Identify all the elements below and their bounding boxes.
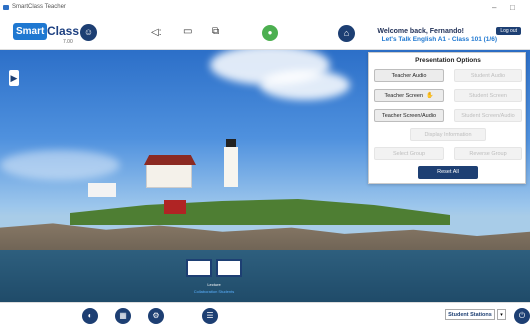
cloud <box>0 150 120 180</box>
grid-icon: ▦ <box>119 311 127 320</box>
presentation-options-panel: Presentation Options Teacher Audio Stude… <box>368 52 526 184</box>
list-icon: ☰ <box>206 311 214 320</box>
panel-title: Presentation Options <box>415 57 481 64</box>
teacher-screen-button[interactable]: Teacher Screen ✋ <box>374 89 444 102</box>
dropdown-arrow-button[interactable]: ▾ <box>497 309 506 320</box>
speaker-volume-icon[interactable]: ◁: <box>151 27 161 38</box>
display-information-button[interactable]: Display Information <box>410 128 486 141</box>
station-group[interactable]: Lecture Collaboration Students <box>184 259 244 299</box>
user-icon: ☺ <box>83 27 94 37</box>
welcome-message: Welcome back, Fernando! <box>377 28 464 35</box>
station-label: Lecture <box>207 282 221 287</box>
teacher-audio-button[interactable]: Teacher Audio <box>374 69 444 82</box>
window-title: SmartClass Teacher <box>12 4 66 10</box>
logout-button[interactable]: Log out <box>496 27 521 35</box>
app-icon <box>3 5 9 10</box>
monitor-icon[interactable]: ▭ <box>183 26 192 37</box>
cloud <box>260 70 350 100</box>
keeper-house <box>144 155 196 188</box>
microphone-icon: ● <box>267 28 273 37</box>
station-monitor-icon[interactable] <box>186 259 212 277</box>
maximize-button[interactable]: □ <box>510 3 515 12</box>
minimize-button[interactable]: – <box>492 3 496 12</box>
screens-icon[interactable]: ⧉ <box>212 26 219 37</box>
home-icon: ⌂ <box>343 28 350 38</box>
red-shed <box>164 200 186 214</box>
title-bar: SmartClass Teacher – □ <box>0 0 530 18</box>
station-sublabel: Collaboration Students <box>193 289 235 294</box>
island-grass <box>70 199 450 225</box>
station-monitor-icon[interactable] <box>216 259 242 277</box>
power-icon: ⏻ <box>518 311 526 320</box>
small-white-house <box>88 183 116 197</box>
student-audio-button[interactable]: Student Audio <box>454 69 522 82</box>
teacher-screen-label: Teacher Screen <box>384 93 424 99</box>
student-stations-dropdown[interactable]: Student Stations <box>445 309 495 320</box>
expand-sidebar-button[interactable]: ▶ <box>9 70 19 86</box>
home-button[interactable]: ⌂ <box>338 25 355 42</box>
sea <box>0 250 530 302</box>
version-label: 7.00 <box>63 39 73 45</box>
class-info: Let's Talk English A1 - Class 101 (1/6) <box>381 36 497 43</box>
student-screen-button[interactable]: Student Screen <box>454 89 522 102</box>
reset-all-button[interactable]: Reset All <box>418 166 478 179</box>
hand-icon: ✋ <box>426 93 434 99</box>
lighthouse-tower <box>224 139 238 187</box>
reverse-group-button[interactable]: Reverse Group <box>454 147 522 160</box>
microphone-button[interactable]: ● <box>262 25 278 41</box>
gear-icon: ⚙ <box>152 311 160 320</box>
teacher-screen-audio-button[interactable]: Teacher Screen/Audio <box>374 109 444 122</box>
logo-class-text: Class <box>47 24 80 38</box>
user-profile-button[interactable]: ☺ <box>80 24 97 41</box>
headset-icon: ◐ <box>87 311 93 320</box>
arrow-right-icon: ▶ <box>10 73 18 83</box>
smartclass-logo: Smart Class 7.00 <box>13 23 79 45</box>
select-group-button[interactable]: Select Group <box>374 147 444 160</box>
student-screen-audio-button[interactable]: Student Screen/Audio <box>454 109 522 122</box>
logo-smart-text: Smart <box>13 23 48 40</box>
